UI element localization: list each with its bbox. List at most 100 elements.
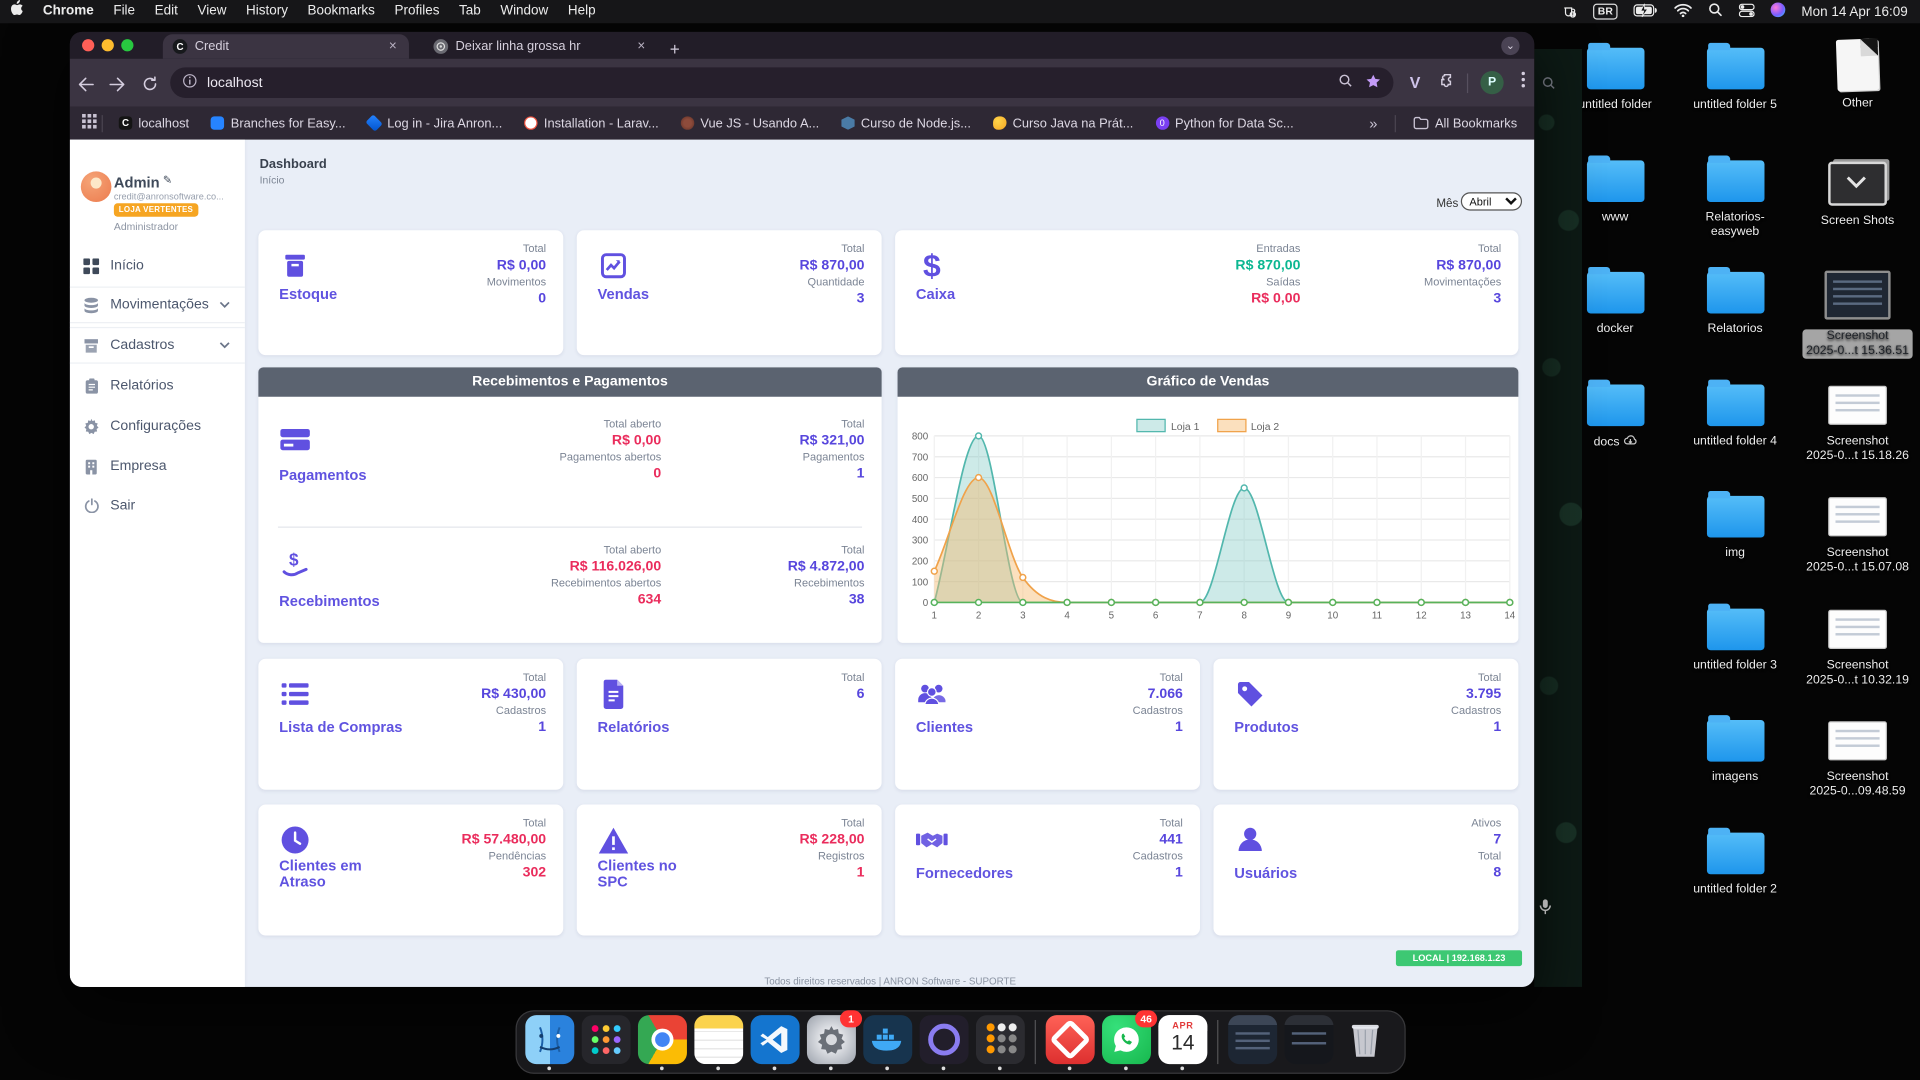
menu-bookmarks[interactable]: Bookmarks (298, 0, 385, 23)
desktop-icon-untitled-folder-4[interactable]: untitled folder 4 (1679, 378, 1792, 449)
card-fornecedores[interactable]: Fornecedores Total441 Cadastros1 (895, 804, 1200, 935)
dock-vscode[interactable] (751, 1014, 800, 1070)
bookmark-vuejs[interactable]: Vue JS - Usando A... (681, 116, 819, 131)
dock-dev-app[interactable] (920, 1014, 969, 1070)
close-window-button[interactable] (82, 39, 94, 51)
status-app-icon[interactable]: ! (1561, 2, 1577, 22)
menu-clock[interactable]: Mon 14 Apr 16:09 (1801, 4, 1907, 19)
tab-search-chevron-icon[interactable]: ⌄ (1501, 37, 1519, 55)
maximize-window-button[interactable] (121, 39, 133, 51)
dock-docker[interactable] (863, 1014, 912, 1070)
apple-menu-icon[interactable] (0, 0, 33, 24)
card-clientes[interactable]: Clientes Total7.066 Cadastros1 (895, 659, 1200, 790)
dock-settings[interactable]: 1 (807, 1014, 856, 1070)
spotlight-icon[interactable] (1708, 2, 1723, 20)
dock-chrome[interactable] (638, 1014, 687, 1070)
siri-icon[interactable] (1771, 2, 1786, 20)
desktop-icon-relatorios[interactable]: Relatorios (1679, 266, 1792, 337)
user-avatar[interactable] (81, 171, 112, 202)
desktop-icon-img[interactable]: img (1679, 490, 1792, 561)
menu-file[interactable]: File (104, 0, 145, 23)
bookmark-laravel[interactable]: Installation - Larav... (524, 116, 658, 131)
minimize-window-button[interactable] (102, 39, 114, 51)
pagamentos-row[interactable]: Pagamentos Total abertoR$ 0,00 Pagamento… (258, 397, 881, 526)
close-tab-icon[interactable]: × (386, 39, 399, 54)
menu-edit[interactable]: Edit (145, 0, 188, 23)
bookmark-branches[interactable]: Branches for Easy... (211, 116, 345, 131)
card-usuarios[interactable]: Usuários Ativos7 Total8 (1213, 804, 1518, 935)
site-info-icon[interactable] (182, 73, 197, 91)
new-tab-button[interactable]: + (670, 39, 680, 59)
sidebar-item-inicio[interactable]: Início (70, 247, 245, 284)
desktop-icon-imagens[interactable]: imagens (1679, 714, 1792, 785)
bookmark-python[interactable]: 0Python for Data Sc... (1155, 116, 1293, 131)
dock-minimized-window-1[interactable] (1228, 1014, 1277, 1070)
dock-calendar[interactable]: APR14 (1158, 1014, 1207, 1070)
menu-app-name[interactable]: Chrome (33, 0, 103, 23)
card-vendas[interactable]: Vendas TotalR$ 870,00 Quantidade3 (577, 230, 882, 355)
card-lista-compras[interactable]: Lista de Compras TotalR$ 430,00 Cadastro… (258, 659, 563, 790)
input-source-badge[interactable]: BR (1593, 4, 1618, 20)
desktop-icon-screenshot-153651[interactable]: Screenshot2025-0...t 15.36.51 (1801, 263, 1914, 359)
card-estoque[interactable]: Estoque TotalR$ 0,00 Movimentos0 (258, 230, 563, 355)
dock-minimized-window-2[interactable] (1284, 1014, 1333, 1070)
desktop-icon-screen-shots[interactable]: Screen Shots (1801, 154, 1914, 229)
desktop-icon-untitled-folder-2[interactable]: untitled folder 2 (1679, 827, 1792, 898)
dock-calculator[interactable] (976, 1014, 1025, 1070)
all-bookmarks-button[interactable]: All Bookmarks (1413, 116, 1517, 131)
sidebar-item-configuracoes[interactable]: Configurações (70, 408, 245, 445)
tab-deixar-linha[interactable]: Deixar linha grossa hr × (424, 34, 658, 58)
desktop-icon-screenshot-103219[interactable]: Screenshot2025-0...t 10.32.19 (1801, 602, 1914, 688)
recebimentos-row[interactable]: $ Recebimentos Total abertoR$ 116.026,00… (258, 523, 881, 652)
desktop-icon-screenshot-151826[interactable]: Screenshot2025-0...t 15.18.26 (1801, 378, 1914, 464)
menu-view[interactable]: View (188, 0, 237, 23)
dock-trash[interactable] (1341, 1014, 1390, 1070)
bookmark-java[interactable]: Curso Java na Prát... (993, 116, 1133, 131)
dock-launchpad[interactable] (582, 1014, 631, 1070)
control-center-icon[interactable] (1739, 3, 1755, 20)
menu-profiles[interactable]: Profiles (385, 0, 450, 23)
sidebar-item-movimentacoes[interactable]: Movimentações (70, 287, 245, 324)
menu-window[interactable]: Window (491, 0, 558, 23)
desktop-icon-screenshot-094859[interactable]: Screenshot2025-0...09.48.59 (1801, 714, 1914, 800)
desktop-icon-screenshot-150708[interactable]: Screenshot2025-0...t 15.07.08 (1801, 490, 1914, 576)
desktop-icon-other[interactable]: Other (1801, 39, 1914, 111)
desktop-icon-untitled-folder-5[interactable]: untitled folder 5 (1679, 42, 1792, 113)
bookmark-nodejs[interactable]: Curso de Node.js... (841, 116, 971, 131)
card-produtos[interactable]: Produtos Total3.795 Cadastros1 (1213, 659, 1518, 790)
apps-grid-icon[interactable] (82, 114, 97, 132)
wifi-icon[interactable] (1674, 3, 1692, 20)
battery-icon[interactable] (1634, 3, 1658, 20)
bookmark-localhost[interactable]: Clocalhost (119, 116, 189, 131)
menu-dots-icon[interactable] (1521, 71, 1526, 94)
desktop-icon-relatorios-easyweb[interactable]: Relatorios-easyweb (1679, 154, 1792, 240)
card-relatorios[interactable]: Relatórios Total6 (577, 659, 882, 790)
bookmarks-overflow-chevrons[interactable]: » (1369, 114, 1377, 131)
edit-profile-icon[interactable]: ✎ (163, 174, 172, 187)
sidebar-item-relatorios[interactable]: Relatórios (70, 367, 245, 404)
menu-history[interactable]: History (236, 0, 298, 23)
month-select[interactable]: Abril (1461, 192, 1522, 210)
card-caixa[interactable]: $ Caixa EntradasR$ 870,00 SaídasR$ 0,00 … (895, 230, 1518, 355)
card-clientes-em-atraso[interactable]: Clientes emAtraso TotalR$ 57.480,00 Pend… (258, 804, 563, 935)
card-clientes-no-spc[interactable]: Clientes noSPC TotalR$ 228,00 Registros1 (577, 804, 882, 935)
dock-finder[interactable] (525, 1014, 574, 1070)
forward-icon[interactable] (102, 73, 134, 93)
sidebar-item-empresa[interactable]: Empresa (70, 448, 245, 485)
menu-tab[interactable]: Tab (449, 0, 490, 23)
desktop-icon-untitled-folder-3[interactable]: untitled folder 3 (1679, 602, 1792, 673)
sidebar-item-sair[interactable]: Sair (70, 487, 245, 524)
bookmark-jira[interactable]: Log in - Jira Anron... (368, 116, 503, 131)
back-icon[interactable] (70, 73, 102, 93)
tab-credit[interactable]: C Credit × (163, 34, 409, 58)
address-bar[interactable]: localhost (170, 67, 1394, 98)
extension-v-icon[interactable]: V (1410, 73, 1421, 91)
extensions-puzzle-icon[interactable] (1438, 71, 1455, 94)
dock-whatsapp[interactable]: 46 (1102, 1014, 1151, 1070)
dock-red-app[interactable] (1046, 1014, 1095, 1070)
search-tabs-icon[interactable] (1339, 73, 1354, 91)
profile-avatar[interactable]: P (1480, 71, 1503, 94)
dock-notes[interactable] (694, 1014, 743, 1070)
bookmark-star-icon[interactable] (1366, 73, 1382, 93)
sidebar-item-cadastros[interactable]: Cadastros (70, 327, 245, 364)
